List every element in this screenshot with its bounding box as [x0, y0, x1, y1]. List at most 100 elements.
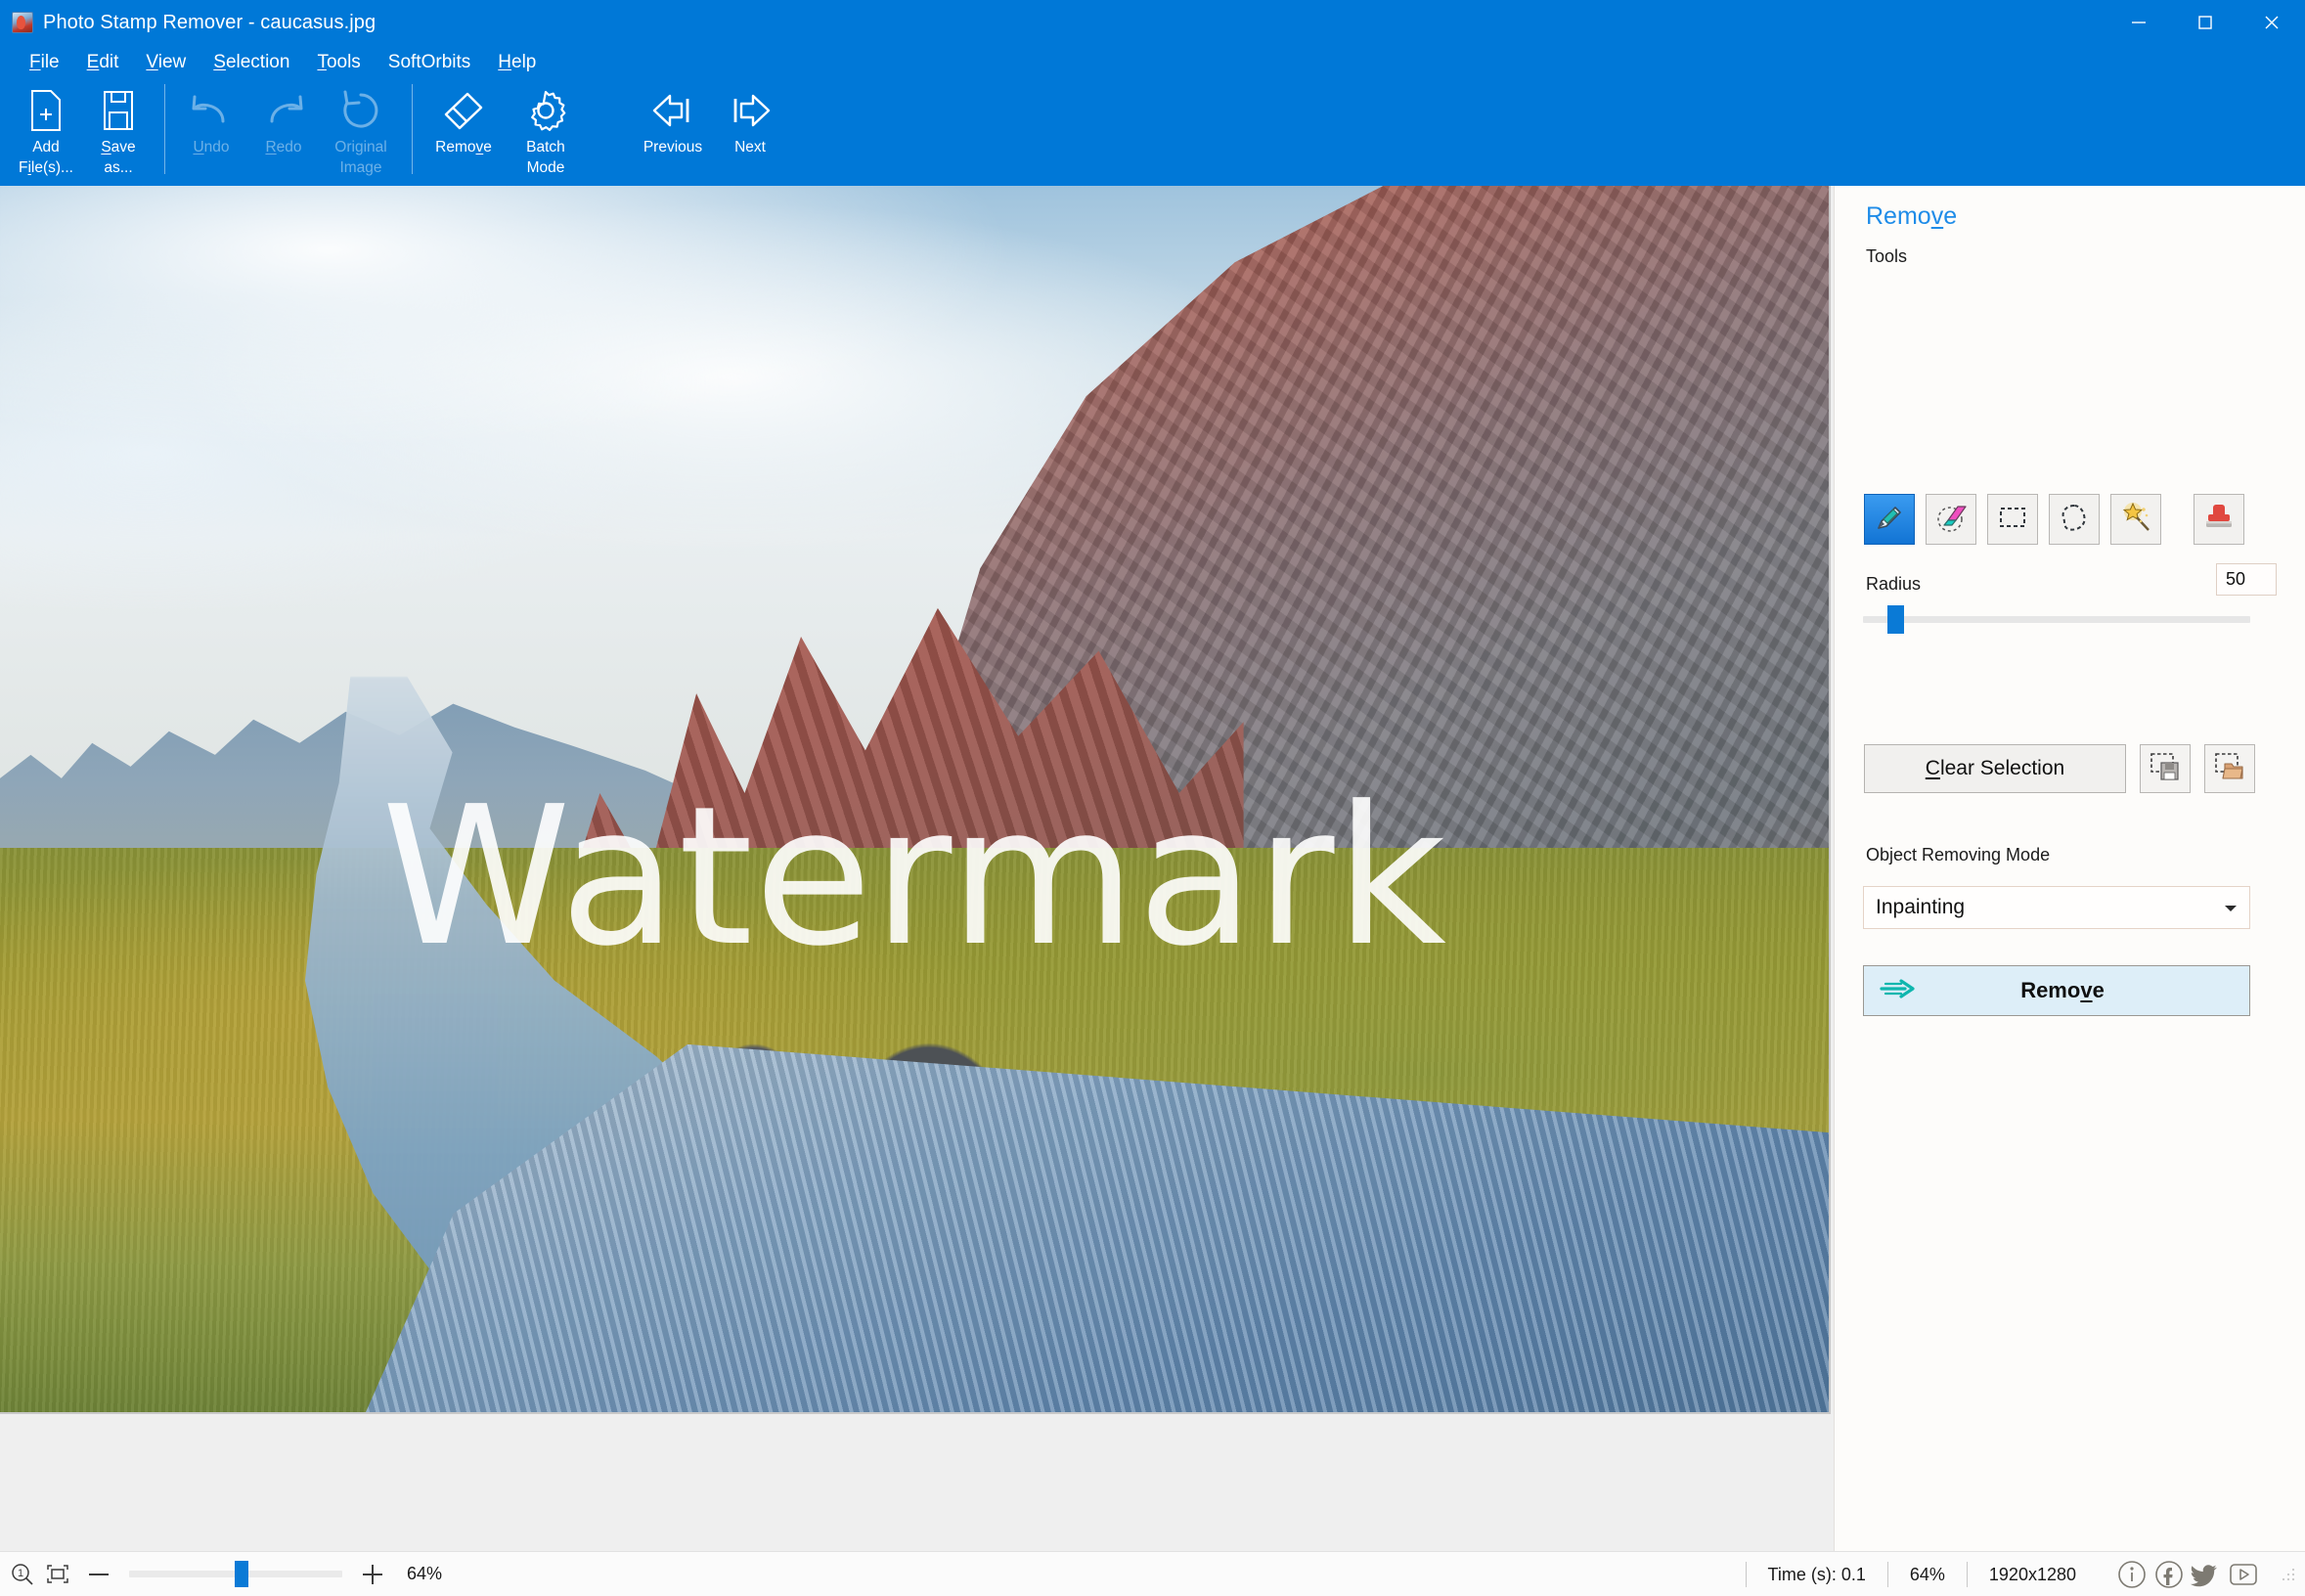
toolbar-batch-mode-line1: Batch — [526, 139, 565, 155]
status-divider-1 — [1745, 1562, 1747, 1587]
marker-pen-icon — [1873, 501, 1906, 539]
menu-help[interactable]: Help — [484, 49, 550, 76]
social-links — [2115, 1558, 2260, 1591]
toolbar-batch-mode-button[interactable]: Batch Mode — [505, 80, 587, 182]
menu-selection[interactable]: Selection — [199, 49, 303, 76]
toolbar-add-files-line1: Add — [32, 139, 60, 155]
zoom-slider-thumb[interactable] — [235, 1561, 248, 1587]
toolbar-add-files-button[interactable]: Add File(s)... — [10, 80, 82, 182]
toolbar-original-image-line2: Image — [339, 159, 382, 176]
redo-arrow-icon — [262, 86, 305, 135]
zoom-in-button[interactable] — [360, 1562, 385, 1587]
remove-panel: Remove Tools Radius 50 C lear Selection … — [1834, 186, 2305, 1551]
image-canvas[interactable]: Watermark — [0, 186, 1831, 1414]
zoom-slider-track[interactable] — [129, 1561, 342, 1587]
magic-wand-icon — [2119, 501, 2152, 539]
toolbar-previous-button[interactable]: Previous — [632, 80, 714, 182]
time-status: Time (s): 0.1 — [1767, 1564, 1866, 1584]
object-removing-mode-label: Object Removing Mode — [1866, 845, 2051, 864]
menu-tools[interactable]: Tools — [303, 49, 374, 76]
remove-action-button[interactable]: Remove — [1863, 965, 2250, 1016]
menu-bar: File Edit View Selection Tools SoftOrbit… — [0, 45, 2305, 80]
facebook-icon[interactable] — [2152, 1558, 2186, 1591]
menu-view[interactable]: View — [132, 49, 199, 76]
toolbar-redo-label: Redo — [265, 139, 302, 155]
radius-slider-thumb[interactable] — [1887, 605, 1904, 634]
resize-grip-icon[interactable] — [2280, 1566, 2297, 1583]
arrow-right-icon — [726, 86, 775, 135]
tool-rectangle-select-button[interactable] — [1987, 494, 2038, 545]
twitter-icon[interactable] — [2190, 1558, 2223, 1591]
save-selection-icon — [2150, 751, 2181, 787]
close-button[interactable] — [2239, 0, 2305, 45]
floppy-save-icon — [99, 86, 138, 135]
remove-action-label: Remove — [2020, 978, 2105, 1002]
toolbar-redo-button[interactable]: Redo — [247, 80, 320, 182]
chevron-down-icon — [2224, 896, 2238, 919]
toolbar-previous-label: Previous — [643, 139, 703, 155]
toolbar-undo-label: Undo — [193, 139, 230, 155]
toolbar-remove-button[interactable]: Remove — [422, 80, 505, 182]
tool-clone-stamp-button[interactable] — [2194, 494, 2244, 545]
history-clock-icon — [338, 86, 383, 135]
window-title: Photo Stamp Remover - caucasus.jpg — [43, 11, 377, 33]
info-icon[interactable] — [2115, 1558, 2149, 1591]
toolbar-original-image-button[interactable]: Original Image — [320, 80, 402, 182]
menu-softorbits[interactable]: SoftOrbits — [375, 49, 484, 76]
toolbar-save-as-line1: Save — [101, 139, 136, 155]
rectangle-marquee-icon — [1996, 501, 2029, 539]
toolbar-next-label: Next — [734, 139, 766, 155]
save-selection-button[interactable] — [2140, 744, 2191, 793]
title-bar: Photo Stamp Remover - caucasus.jpg — [0, 0, 2305, 45]
fit-to-window-icon[interactable] — [45, 1562, 70, 1587]
zoom-out-button[interactable] — [86, 1562, 111, 1587]
radius-slider-track[interactable] — [1863, 616, 2250, 623]
radius-label: Radius — [1866, 574, 1922, 594]
minimize-button[interactable] — [2106, 0, 2172, 45]
document-add-icon — [26, 86, 66, 135]
arrow-left-icon — [648, 86, 697, 135]
status-divider-2 — [1886, 1562, 1888, 1587]
status-divider-3 — [1966, 1562, 1968, 1587]
app-logo-icon — [12, 12, 33, 33]
work-area: Watermark — [0, 186, 1834, 1551]
gear-icon — [523, 86, 568, 135]
clear-selection-button[interactable]: Clear Selection — [1864, 744, 2126, 793]
tools-section-label: Tools — [1866, 246, 1908, 266]
menu-file[interactable]: File — [16, 49, 73, 76]
toolbar-undo-button[interactable]: Undo — [175, 80, 247, 182]
toolbar-next-button[interactable]: Next — [714, 80, 786, 182]
toolbar-batch-mode-line2: Mode — [526, 159, 565, 176]
toolbar-save-as-button[interactable]: Save as... — [82, 80, 155, 182]
toolbar: Add File(s)... Save as... Undo Redo Orig… — [0, 80, 2305, 186]
svg-text:1: 1 — [18, 1568, 23, 1579]
radius-input[interactable]: 50 — [2216, 563, 2277, 596]
maximize-button[interactable] — [2172, 0, 2239, 45]
toolbar-separator-1 — [164, 84, 165, 174]
zoom-percent-left: 64% — [407, 1564, 443, 1583]
window-controls — [2106, 0, 2305, 45]
load-selection-button[interactable] — [2204, 744, 2255, 793]
toolbar-separator-2 — [412, 84, 413, 174]
toolbar-remove-label: Remove — [435, 139, 492, 155]
status-bar: 1 64% Time (s): 0.1 64% 1920x1280 — [0, 1551, 2305, 1596]
zoom-percent-right: 64% — [1909, 1564, 1945, 1584]
panel-title: Remove — [1866, 202, 1958, 230]
lasso-icon — [2058, 501, 2091, 539]
tool-lasso-select-button[interactable] — [2049, 494, 2100, 545]
tool-magic-wand-button[interactable] — [2110, 494, 2161, 545]
tool-marker-button[interactable] — [1864, 494, 1915, 545]
menu-edit[interactable]: Edit — [73, 49, 133, 76]
green-arrow-icon — [1880, 976, 1921, 1006]
application-window: Photo Stamp Remover - caucasus.jpg File … — [0, 0, 2305, 1596]
stamp-icon — [2202, 501, 2236, 539]
eraser-icon — [441, 86, 486, 135]
eraser-circle-icon — [1934, 501, 1968, 539]
zoom-100-icon[interactable]: 1 — [10, 1562, 35, 1587]
tools-row — [1864, 494, 2244, 545]
youtube-icon[interactable] — [2227, 1558, 2260, 1591]
toolbar-original-image-line1: Original — [334, 139, 387, 155]
object-removing-mode-select[interactable]: Inpainting — [1863, 886, 2250, 929]
tool-eraser-button[interactable] — [1926, 494, 1976, 545]
load-selection-icon — [2214, 751, 2245, 787]
